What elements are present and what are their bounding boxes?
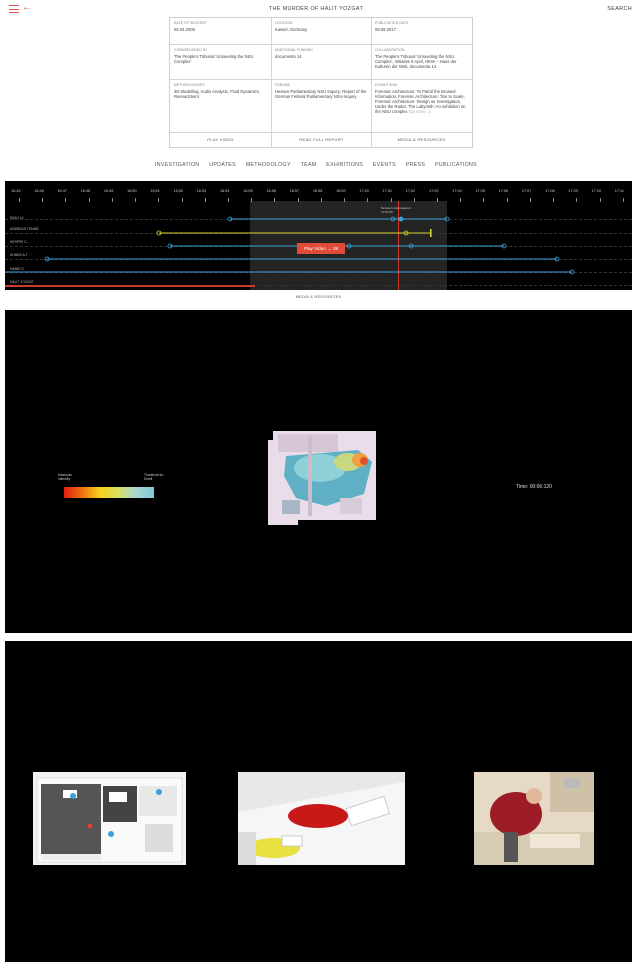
info-cell-commissioned: COMMISSIONED BY The People's Tribunal 'U… xyxy=(174,48,254,64)
smell-simulation-image xyxy=(268,428,378,526)
info-cell-forums: FORUMS Hessen Parliamentary NSU Inquiry;… xyxy=(275,83,367,99)
info-cell-exhibitions: EXHIBITIONS Forensic Architecture: To Pa… xyxy=(375,83,466,115)
info-cell-collaboration: COLLABORATION The People's Tribunal 'Unr… xyxy=(375,48,457,69)
info-cell-location: LOCATION Kassel, Germany xyxy=(275,21,308,32)
media-resources-button[interactable]: MEDIA & RESOURCES xyxy=(371,133,472,147)
timeline-tracks xyxy=(5,216,575,287)
nav-investigation[interactable]: INVESTIGATION xyxy=(155,162,199,168)
reenactment-photo-image[interactable] xyxy=(474,772,594,865)
info-cell-publication: PUBLICATION DATE 08.08.2017 xyxy=(375,21,409,32)
intensity-legend-bar xyxy=(64,487,154,498)
page-title: THE MURDER OF HALIT YOZGAT xyxy=(268,6,364,12)
legend-max-label: Maximum intensity xyxy=(58,473,73,481)
info-cell-funding: ADDITIONAL FUNDING documenta 14 xyxy=(275,48,314,59)
investigation-nav: INVESTIGATION UPDATES METHODOLOGY TEAM E… xyxy=(0,162,632,168)
legend-threshold-label: Threshold for Smell xyxy=(144,473,164,481)
nav-press[interactable]: PRESS xyxy=(406,162,425,168)
desk-render-image[interactable] xyxy=(238,772,405,865)
floorplan-3d-model-image[interactable] xyxy=(33,772,186,865)
timeline-play-video-button[interactable]: Play Video → 08 xyxy=(297,243,345,254)
info-cell-methodologies: METHODOLOGIES 3D Modelling, Audio Analys… xyxy=(174,83,260,99)
timeline-footer: MEDIA & RESOURCES xyxy=(5,290,632,308)
simulation-time: Time: 00:06:120 xyxy=(516,484,552,490)
media-resources-label[interactable]: MEDIA & RESOURCES xyxy=(5,295,632,299)
nav-methodology[interactable]: METHODOLOGY xyxy=(246,162,291,168)
play-video-button[interactable]: PLAY VIDEO xyxy=(170,133,271,147)
exhibitions-more-link[interactable]: (14 more...) xyxy=(409,109,431,114)
nav-team[interactable]: TEAM xyxy=(301,162,317,168)
read-full-report-button[interactable]: READ FULL REPORT xyxy=(271,133,372,147)
track-point xyxy=(398,216,404,222)
case-info-table: DATE OF INCIDENT 06.04.2006 LOCATION Kas… xyxy=(169,17,473,148)
nav-exhibitions[interactable]: EXHIBITIONS xyxy=(326,162,363,168)
nav-updates[interactable]: UPDATES xyxy=(209,162,236,168)
top-bar: ← THE MURDER OF HALIT YOZGAT SEARCH xyxy=(0,0,632,18)
nav-publications[interactable]: PUBLICATIONS xyxy=(435,162,477,168)
info-cell-date: DATE OF INCIDENT 06.04.2006 xyxy=(174,21,207,32)
nav-events[interactable]: EVENTS xyxy=(373,162,396,168)
track-point xyxy=(430,229,432,237)
timeline-panel[interactable]: 16:45 16:46 16:47 16:48 16:49 16:50 16:51 16:52… xyxy=(5,181,632,290)
search-link[interactable]: SEARCH xyxy=(607,6,632,12)
